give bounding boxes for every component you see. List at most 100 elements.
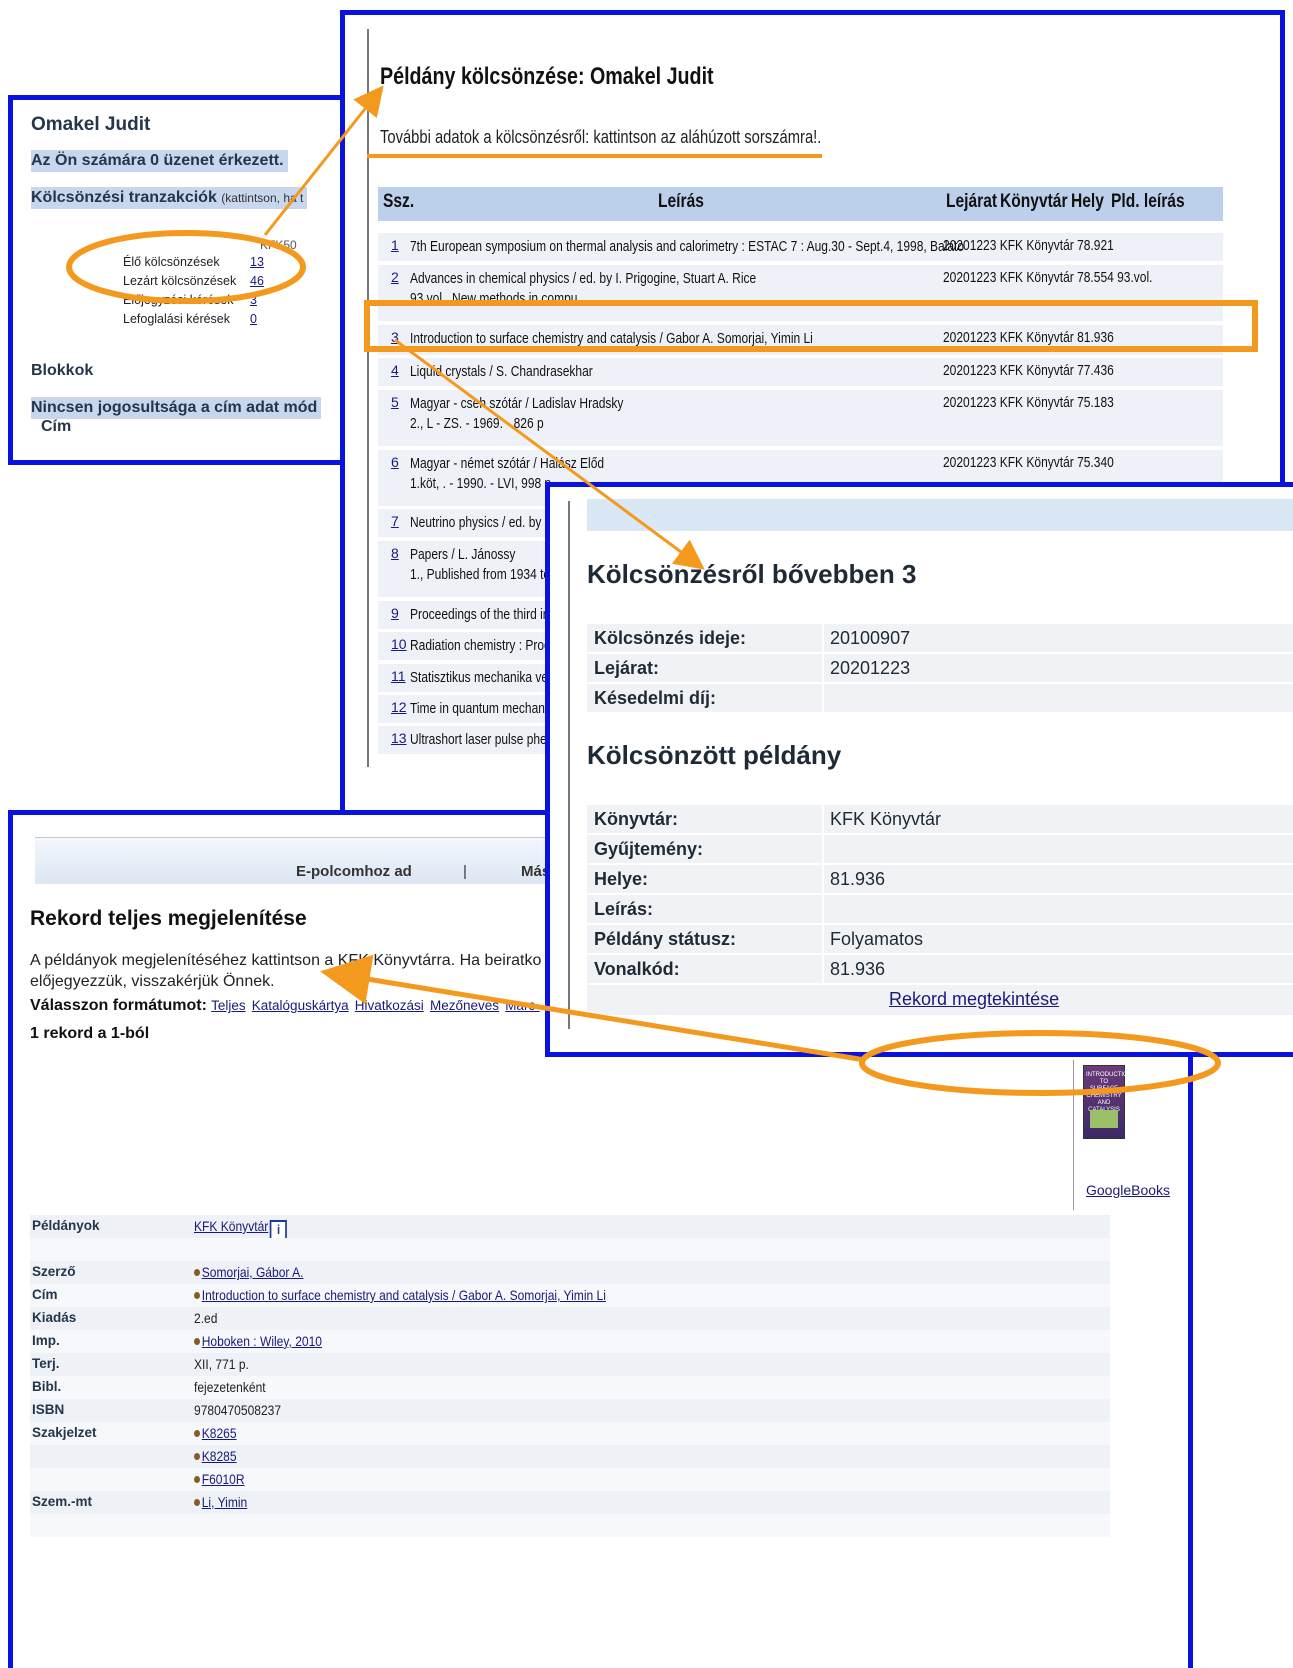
- row-number-link[interactable]: 2: [391, 269, 399, 285]
- field-value: K8265: [194, 1425, 237, 1441]
- table-header: Ssz. Leírás Lejárat Könyvtár Hely Pld. l…: [378, 187, 1223, 221]
- detail-label: Könyvtár:: [587, 805, 822, 833]
- detail-label: Leírás:: [587, 895, 822, 923]
- cim-label: Cím: [41, 418, 72, 435]
- format-katalogus[interactable]: Katalóguskártya: [252, 998, 349, 1013]
- row-number-link[interactable]: 7: [391, 513, 399, 529]
- detail-label: Helye:: [587, 865, 822, 893]
- book-cover-box: INTRODUCTION TO SURFACE CHEMISTRY AND CA…: [1073, 1060, 1174, 1210]
- record-row: K8285: [30, 1445, 1110, 1468]
- no-rights-band: Nincsen jogosultsága a cím adat mód: [31, 397, 322, 419]
- record-row: Imp. Hoboken : Wiley, 2010: [30, 1330, 1110, 1353]
- detail-row: Helye: 81.936: [587, 865, 1293, 893]
- col-pld-leiras: Pld. leírás: [1111, 191, 1185, 212]
- detail-label: Késedelmi díj:: [587, 684, 822, 712]
- field-value-link[interactable]: Hoboken : Wiley, 2010: [202, 1333, 322, 1349]
- table-row: 3 Introduction to surface chemistry and c…: [378, 325, 1223, 355]
- patron-name: Omakel Judit: [31, 114, 151, 135]
- field-value-link[interactable]: K8285: [202, 1448, 237, 1464]
- detail-row: Kölcsönzés ideje: 20100907: [587, 624, 1293, 652]
- row-number-link[interactable]: 13: [391, 730, 407, 746]
- row-number-link[interactable]: 12: [391, 699, 407, 715]
- record-row: [30, 1514, 1110, 1537]
- field-value-link[interactable]: KFK Könyvtár: [194, 1218, 268, 1234]
- detail-value: 20100907: [824, 624, 1293, 652]
- field-label: Kiadás: [32, 1310, 77, 1325]
- detail-row: Könyvtár: KFK Könyvtár: [587, 805, 1293, 833]
- book-cover-image[interactable]: INTRODUCTION TO SURFACE CHEMISTRY AND CA…: [1083, 1065, 1132, 1139]
- tr-count-link[interactable]: 0: [250, 312, 257, 326]
- info-icon[interactable]: i: [270, 1220, 288, 1240]
- add-to-eshelf-link[interactable]: E-polcomhoz ad: [296, 863, 412, 880]
- loan-detail-title: Kölcsönzésről bővebben 3: [587, 559, 917, 589]
- row-number-link[interactable]: 4: [391, 362, 399, 378]
- field-label: Bibl.: [32, 1379, 62, 1394]
- row-due-library-location: 20201223 KFK Könyvtár 78.921: [943, 237, 1114, 254]
- field-value-link[interactable]: Introduction to surface chemistry and ca…: [202, 1287, 606, 1303]
- row-number-link[interactable]: 10: [391, 636, 407, 652]
- table-row: 4 Liquid crystals / S. Chandrasekhar 20201…: [378, 358, 1223, 386]
- row-number-link[interactable]: 6: [391, 454, 399, 470]
- format-teljes[interactable]: Teljes: [211, 998, 246, 1013]
- tr-label: Élő kölcsönzések: [123, 255, 220, 269]
- field-value-text: 9780470508237: [194, 1402, 282, 1418]
- record-row: [30, 1238, 1110, 1261]
- transactions-title: Kölcsönzési tranzakciók: [31, 189, 217, 206]
- field-label: Szem.-mt: [32, 1494, 93, 1509]
- detail-label: Példány státusz:: [587, 925, 822, 953]
- field-label: Szakjelzet: [32, 1425, 97, 1440]
- format-selector: Válasszon formátumot: Teljes Katalóguská…: [30, 997, 542, 1015]
- detail-value: [824, 684, 1293, 712]
- record-row: F6010R: [30, 1468, 1110, 1491]
- field-value-link[interactable]: Li, Yimin: [202, 1494, 248, 1510]
- record-count: 1 rekord a 1-ból: [30, 1025, 150, 1042]
- row-number-link[interactable]: 1: [391, 237, 399, 253]
- record-row: Szakjelzet K8265: [30, 1422, 1110, 1445]
- row-number-link[interactable]: 11: [391, 668, 406, 684]
- row-number-link[interactable]: 5: [391, 394, 399, 410]
- tr-count-link[interactable]: 3: [250, 293, 257, 307]
- row-number-link[interactable]: 9: [391, 605, 399, 621]
- tr-label: Lefoglalási kérések: [123, 312, 231, 326]
- field-label: ISBN: [32, 1402, 65, 1417]
- tr-count-link[interactable]: 13: [250, 255, 264, 269]
- record-row: Példányok KFK Könyvtár i: [30, 1215, 1110, 1240]
- field-value-link[interactable]: Somorjai, Gábor A.: [202, 1264, 304, 1280]
- googlebooks-link[interactable]: GoogleBooks: [1086, 1182, 1170, 1198]
- row-due-library-location: 20201223 KFK Könyvtár 75.183: [943, 394, 1114, 411]
- row-due-library-location: 20201223 KFK Könyvtár 78.554 93.vol.: [943, 269, 1153, 286]
- format-marc[interactable]: Marc-: [505, 998, 540, 1013]
- field-label: Terj.: [32, 1356, 60, 1371]
- row-description-line1: Advances in chemical physics / ed. by I.…: [410, 270, 757, 287]
- field-value-link[interactable]: K8265: [202, 1425, 237, 1441]
- detail-label: Lejárat:: [587, 654, 822, 682]
- col-hely: Hely: [1071, 191, 1104, 212]
- format-mezoneves[interactable]: Mezőneves: [430, 998, 499, 1013]
- field-value-link[interactable]: F6010R: [202, 1471, 245, 1487]
- detail-value: 20201223: [824, 654, 1293, 682]
- view-record-link[interactable]: Rekord megtekintése: [889, 989, 1059, 1010]
- col-lejarat: Lejárat: [946, 191, 998, 212]
- format-hivatkozasi[interactable]: Hivatkozási: [355, 998, 424, 1013]
- bullet-icon: [194, 1453, 201, 1460]
- tr-count-link[interactable]: 46: [250, 274, 264, 288]
- row-number-link[interactable]: 8: [391, 545, 399, 561]
- detail-value: KFK Könyvtár: [824, 805, 1293, 833]
- bullet-icon: [194, 1292, 201, 1299]
- row-description: Liquid crystals / S. Chandrasekhar: [410, 362, 593, 382]
- tr-label: Előjegyzési kérések: [123, 293, 234, 307]
- row-number-link[interactable]: 3: [391, 329, 399, 345]
- row-due-library-location: 20201223 KFK Könyvtár 75.340: [943, 454, 1114, 471]
- field-label: Szerző: [32, 1264, 76, 1279]
- field-value: Introduction to surface chemistry and ca…: [194, 1287, 606, 1303]
- col-ssz: Ssz.: [383, 191, 415, 212]
- item-title: Kölcsönzött példány: [587, 740, 842, 770]
- field-value-text: 2.ed: [194, 1310, 218, 1326]
- record-fields: Példányok KFK Könyvtár i Szerző Somorjai, Gá…: [30, 1215, 1110, 1537]
- transactions-hint: (kattintson, ha t: [221, 191, 304, 205]
- detail-value: 81.936: [824, 865, 1293, 893]
- detail-row: Példány státusz: Folyamatos: [587, 925, 1293, 953]
- detail-row: Késedelmi díj:: [587, 684, 1293, 712]
- row-description: 7th European symposium on thermal analys…: [410, 237, 964, 257]
- detail-value: [824, 895, 1293, 923]
